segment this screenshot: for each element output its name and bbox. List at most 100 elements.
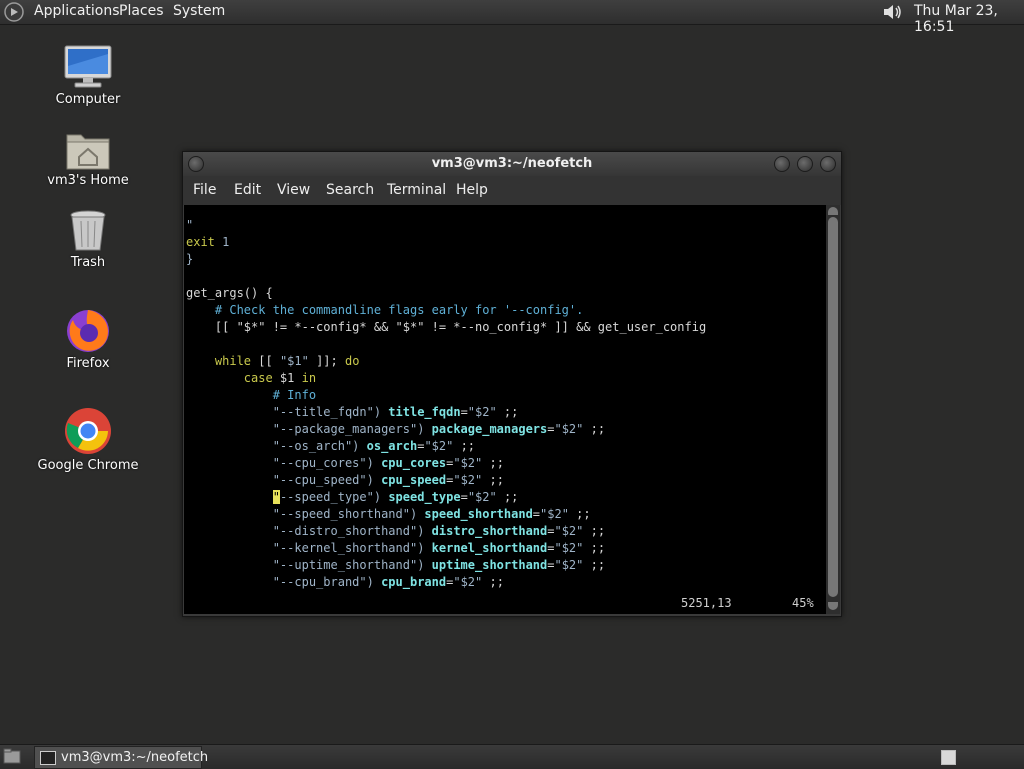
terminal-text: uptime_shorthand	[424, 558, 548, 572]
terminal-text: --speed_type")	[279, 490, 382, 504]
terminal-text: "$2"	[554, 558, 584, 572]
terminal-text: "$2"	[540, 507, 569, 521]
terminal-text: =	[532, 507, 541, 521]
terminal-icon	[40, 751, 56, 765]
terminal-line: # Info	[186, 387, 316, 404]
scroll-up-arrow[interactable]	[828, 207, 838, 215]
menu-edit[interactable]: Edit	[234, 182, 261, 198]
workspace-switcher-icon[interactable]	[941, 750, 956, 765]
minimize-button[interactable]	[774, 156, 790, 172]
terminal-line: "--package_managers") package_managers="…	[186, 421, 605, 438]
terminal-line: "--speed_type") speed_type="$2" ;;	[186, 489, 518, 506]
chrome-icon	[65, 408, 111, 454]
terminal-text: get_args() {	[186, 286, 273, 300]
menu-view[interactable]: View	[277, 182, 310, 198]
terminal-line: "--cpu_cores") cpu_cores="$2" ;;	[186, 455, 504, 472]
desktop-icon-firefox[interactable]: Firefox	[33, 306, 143, 371]
menu-places[interactable]: Places	[119, 3, 164, 19]
terminal-text: "$2"	[424, 439, 454, 453]
terminal-text: 1	[222, 235, 230, 249]
taskbar-window-button[interactable]: vm3@vm3:~/neofetch	[34, 746, 208, 769]
terminal-line: "--distro_shorthand") distro_shorthand="…	[186, 523, 605, 540]
terminal-text: "--cpu_brand")	[272, 575, 374, 589]
window-menu-button[interactable]	[188, 156, 204, 172]
volume-icon[interactable]	[881, 2, 903, 22]
trash-icon	[70, 210, 106, 251]
terminal-text: "$1"	[279, 354, 309, 368]
terminal-text: ;;	[482, 575, 504, 589]
terminal-text: "--cpu_speed")	[272, 473, 374, 487]
terminal-text: ;;	[496, 490, 519, 504]
terminal-text: "$2"	[453, 473, 483, 487]
terminal-line: "--speed_shorthand") speed_shorthand="$2…	[186, 506, 591, 523]
desktop-icon-computer[interactable]: Computer	[33, 44, 143, 107]
terminal-text: # Info	[186, 388, 317, 402]
terminal-text: "$2"	[467, 490, 497, 504]
terminal-text: "$2"	[453, 456, 483, 470]
terminal-line: get_args() {	[186, 285, 273, 302]
scroll-down-arrow[interactable]	[828, 602, 838, 610]
desktop-icon-label: Google Chrome	[37, 458, 139, 473]
close-button[interactable]	[820, 156, 836, 172]
show-desktop-icon[interactable]	[3, 748, 21, 765]
terminal-text: ;;	[453, 439, 476, 453]
maximize-button[interactable]	[797, 156, 813, 172]
terminal-text: "--uptime_shorthand")	[272, 558, 425, 572]
terminal-text: os_arch	[359, 439, 418, 453]
taskbar-window-label: vm3@vm3:~/neofetch	[61, 750, 209, 765]
desktop-icon-chrome[interactable]: Google Chrome	[33, 406, 143, 473]
clock[interactable]: Thu Mar 23, 16:51	[914, 3, 1024, 35]
menu-terminal[interactable]: Terminal	[387, 182, 446, 198]
terminal-text: "--speed_shorthand")	[272, 507, 418, 521]
desktop-icon-trash[interactable]: Trash	[33, 209, 143, 270]
firefox-icon	[67, 310, 109, 352]
window-titlebar[interactable]: vm3@vm3:~/neofetch	[183, 152, 841, 176]
terminal-text: speed_type	[381, 490, 461, 504]
terminal-output[interactable]: " exit 1} get_args() { # Check the command…	[184, 205, 826, 614]
terminal-text: speed_shorthand	[417, 507, 533, 521]
home-folder-icon	[66, 134, 110, 170]
terminal-line: exit 1	[186, 234, 229, 251]
menu-search[interactable]: Search	[326, 182, 374, 198]
terminal-text: ;;	[583, 541, 606, 555]
terminal-text: title_fqdn	[381, 405, 461, 419]
desktop-icon-label: Trash	[70, 255, 106, 270]
terminal-text: kernel_shorthand	[424, 541, 548, 555]
terminal-text: ;;	[482, 473, 504, 487]
scrollbar-thumb[interactable]	[828, 217, 838, 597]
terminal-text: "$2"	[554, 422, 584, 436]
menu-help[interactable]: Help	[456, 182, 488, 198]
text-cursor: "	[272, 490, 280, 504]
scroll-percent: 45%	[792, 596, 814, 610]
terminal-text: ]];	[308, 354, 345, 368]
bottom-panel: vm3@vm3:~/neofetch	[0, 744, 1024, 769]
distro-logo-icon[interactable]	[4, 2, 24, 22]
terminal-text: "$2"	[554, 524, 584, 538]
terminal-text: =	[460, 405, 468, 419]
terminal-text: cpu_cores	[373, 456, 447, 470]
desktop-icon-label: vm3's Home	[47, 173, 129, 188]
menu-system[interactable]: System	[173, 3, 225, 19]
terminal-text: $1	[279, 371, 302, 385]
menu-applications[interactable]: Applications	[34, 3, 120, 19]
terminal-text: while	[186, 354, 259, 368]
terminal-window[interactable]: vm3@vm3:~/neofetch File Edit View Search…	[182, 151, 842, 617]
desktop-icon-label: Firefox	[66, 356, 110, 371]
scrollbar[interactable]	[826, 205, 840, 614]
terminal-text: cpu_speed	[373, 473, 447, 487]
terminal-text: "$2"	[467, 405, 497, 419]
terminal-text: ;;	[583, 524, 606, 538]
menu-file[interactable]: File	[193, 182, 216, 198]
terminal-text: distro_shorthand	[424, 524, 548, 538]
terminal-line: while [[ "$1" ]]; do	[186, 353, 360, 370]
terminal-text: "$2"	[554, 541, 584, 555]
terminal-text: "--cpu_cores")	[272, 456, 374, 470]
desktop-icon-home[interactable]: vm3's Home	[33, 129, 143, 188]
terminal-text: ;;	[583, 558, 606, 572]
